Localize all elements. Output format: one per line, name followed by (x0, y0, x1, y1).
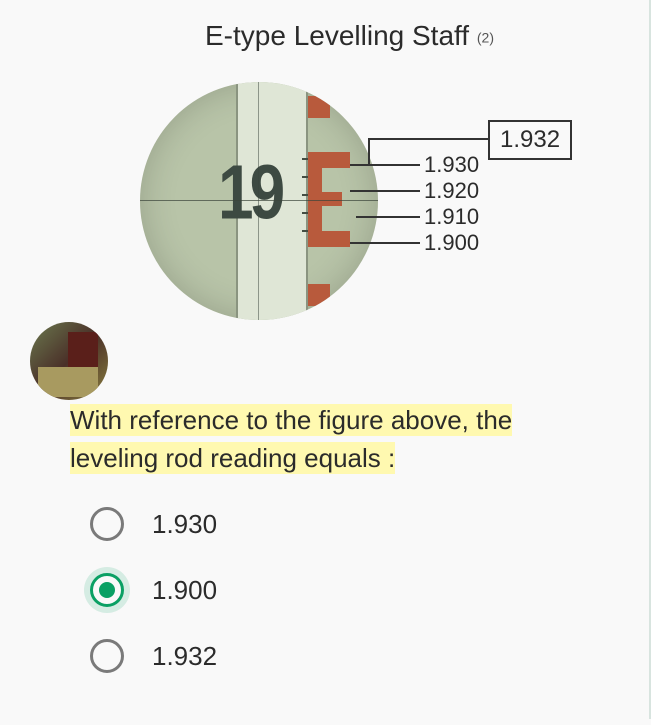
title-annotation: (2) (477, 30, 494, 46)
radio-icon (90, 639, 124, 673)
leader-line (350, 164, 420, 166)
leader-line (350, 242, 420, 244)
graduation-label: 1.930 (424, 152, 479, 178)
crosshair-vertical (258, 82, 259, 320)
answer-options: 1.930 1.900 1.932 (90, 507, 619, 673)
title-text: E-type Levelling Staff (205, 20, 469, 51)
avatar (30, 322, 108, 400)
boxed-reading: 1.932 (488, 120, 572, 160)
staff-block-bottom (308, 284, 330, 306)
page-title: E-type Levelling Staff (2) (80, 20, 619, 52)
staff-tick (302, 176, 308, 178)
staff-tick (302, 194, 308, 196)
graduation-label: 1.920 (424, 178, 479, 204)
staff-block-top (308, 96, 330, 118)
option-0[interactable]: 1.930 (90, 507, 619, 541)
telescope-view: 19 (140, 82, 378, 320)
question-text: With reference to the figure above, the … (70, 402, 619, 477)
option-label: 1.900 (152, 575, 217, 606)
option-1[interactable]: 1.900 (90, 573, 619, 607)
option-2[interactable]: 1.932 (90, 639, 619, 673)
leader-line (350, 190, 420, 192)
question-line-1: With reference to the figure above, the (70, 404, 512, 436)
radio-icon (90, 507, 124, 541)
crosshair-horizontal (140, 200, 378, 201)
staff-tick (302, 230, 308, 232)
leader-line (356, 216, 420, 218)
question-line-2: leveling rod reading equals : (70, 442, 395, 474)
figure: 19 1.932 1.930 1.920 1.910 1.900 (30, 82, 619, 372)
staff-tick (302, 158, 308, 160)
radio-icon (90, 573, 124, 607)
leader-line (368, 138, 370, 164)
option-label: 1.932 (152, 641, 217, 672)
staff-big-number: 19 (218, 154, 281, 231)
leader-line (368, 138, 488, 140)
option-label: 1.930 (152, 509, 217, 540)
graduation-label: 1.900 (424, 230, 479, 256)
graduation-label: 1.910 (424, 204, 479, 230)
staff-tick (302, 212, 308, 214)
